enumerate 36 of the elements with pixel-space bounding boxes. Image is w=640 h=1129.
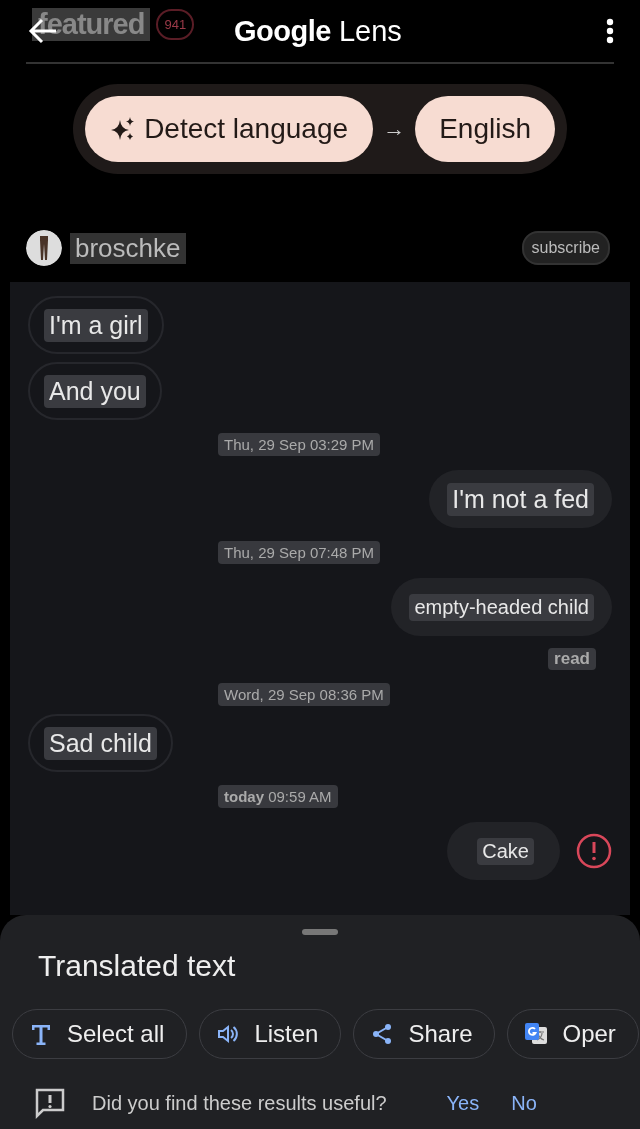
timestamp: today 09:59 AM (218, 785, 338, 808)
message-text: I'm a girl (44, 308, 148, 342)
subscribe-button[interactable]: subscribe (521, 231, 610, 265)
message-text: empty-headed child (409, 593, 594, 621)
timestamp: Thu, 29 Sep 07:48 PM (218, 541, 381, 564)
app-title: Lens (338, 14, 402, 48)
message-text: Sad child (44, 726, 157, 760)
sparkle-icon (110, 116, 137, 142)
read-status: read (548, 648, 596, 670)
target-language-button[interactable]: English (415, 96, 555, 162)
message-text: And you (44, 374, 146, 408)
app-title: Google (234, 14, 331, 48)
username: broschke (70, 232, 186, 264)
drag-handle[interactable] (302, 929, 338, 935)
timestamp: Word, 29 Sep 08:36 PM (218, 683, 390, 706)
arrow: → (383, 116, 406, 142)
timestamp: Thu, 29 Sep 03:29 PM (218, 433, 381, 456)
yes-link[interactable]: Yes (446, 1091, 480, 1115)
action-chip[interactable]: Select all (12, 1009, 188, 1059)
sheet-title: Translated text (38, 949, 237, 983)
avatar (26, 230, 62, 266)
source-language-button[interactable]: Detect language (85, 96, 374, 162)
message-text: I'm not a fed (447, 482, 594, 516)
speaker-icon (216, 1022, 241, 1046)
more-icon[interactable] (606, 18, 614, 44)
feedback-question: Did you find these results useful? (92, 1091, 387, 1115)
feedback-icon[interactable] (34, 1087, 66, 1119)
tab-label: featured (32, 8, 151, 41)
translate-icon (524, 1022, 549, 1046)
action-chip[interactable]: Listen (199, 1009, 342, 1059)
count-badge: 941 (156, 9, 195, 40)
action-chip[interactable]: Share (353, 1009, 496, 1059)
no-link[interactable]: No (511, 1091, 537, 1115)
text-icon (29, 1022, 53, 1046)
action-chip[interactable]: Oper (507, 1009, 639, 1059)
message-text: Cake (477, 837, 534, 865)
